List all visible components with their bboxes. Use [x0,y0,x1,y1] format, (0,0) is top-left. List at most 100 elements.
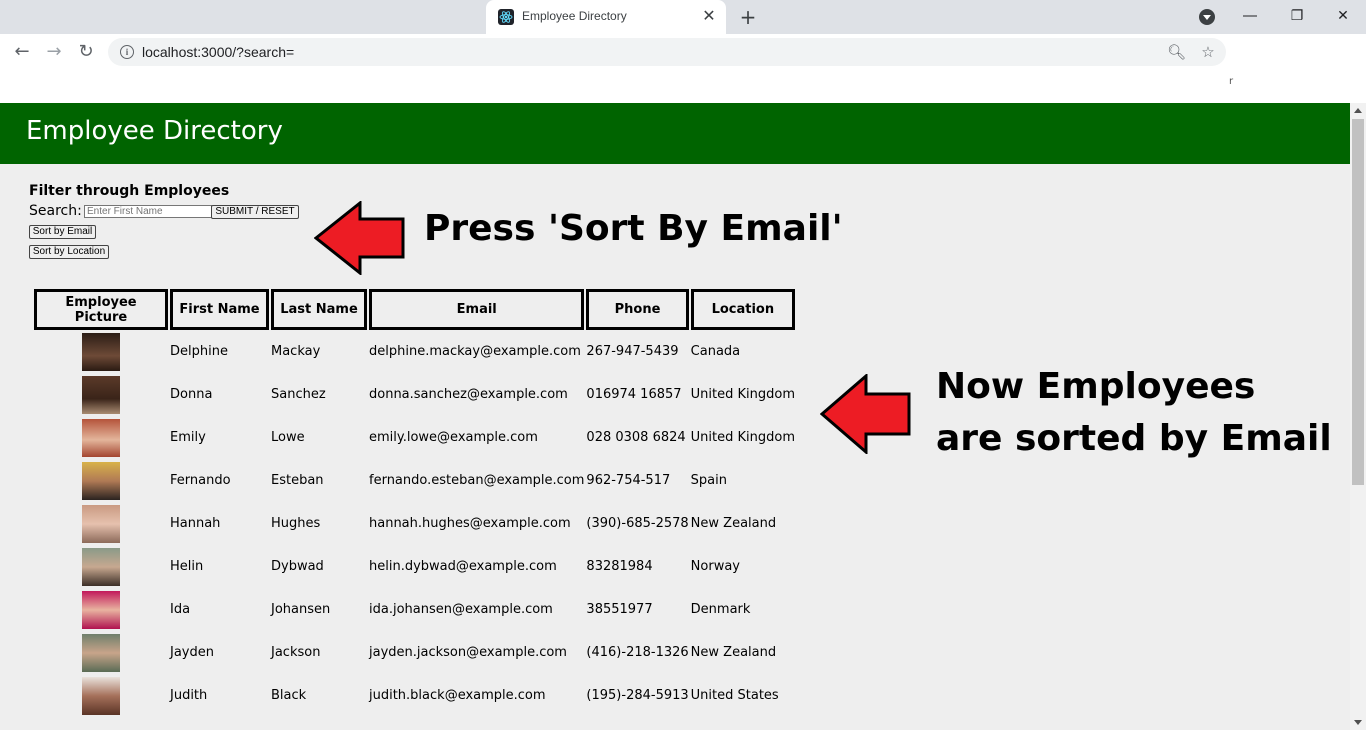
employee-avatar [82,375,120,414]
picture-cell [34,674,168,717]
header-location: Location [690,289,796,330]
tab-close-icon[interactable]: ✕ [700,7,718,25]
picture-cell [34,416,168,459]
last-name-cell: Mackay [271,344,321,359]
react-favicon-icon [498,9,514,25]
email-cell: fernando.esteban@example.com [369,473,585,488]
header-phone: Phone [586,289,689,330]
location-cell: Spain [690,473,727,488]
picture-cell [34,502,168,545]
browser-tab-strip: Employee Directory ✕ + ― ❐ ✕ [0,0,1366,34]
location-cell: United Kingdom [690,430,796,445]
picture-cell [34,330,168,373]
sort-by-location-button[interactable]: Sort by Location [29,245,109,259]
phone-cell: 962-754-517 [586,473,671,488]
restore-icon[interactable]: ❐ [1285,6,1309,26]
reload-icon[interactable]: ↻ [75,41,97,63]
employee-avatar [82,633,120,672]
first-name-cell: Hannah [170,516,221,531]
phone-cell: 83281984 [586,559,653,574]
last-name-cell: Sanchez [271,387,326,402]
phone-cell: 38551977 [586,602,653,617]
phone-cell: (416)-218-1326 [586,645,689,660]
email-cell: donna.sanchez@example.com [369,387,568,402]
close-window-icon[interactable]: ✕ [1331,6,1355,26]
annotation-sorted-line1: Now Employees [936,366,1256,407]
app-title: Employee Directory [26,116,283,146]
sort-by-email-button[interactable]: Sort by Email [29,225,96,239]
phone-cell: (195)-284-5913 [586,688,689,703]
minimize-icon[interactable]: ― [1238,6,1262,26]
first-name-cell: Emily [170,430,206,445]
search-label: Search: [29,203,82,219]
table-row: Fernando Esteban fernando.esteban@exampl… [34,459,795,502]
table-header-row: Employee Picture First Name Last Name Em… [34,289,796,330]
first-name-cell: Delphine [170,344,228,359]
picture-cell [34,459,168,502]
employee-avatar [82,590,120,629]
location-cell: Canada [690,344,741,359]
back-arrow-icon[interactable]: ← [11,41,33,63]
employee-avatar [82,547,120,586]
table-row: Ida Johansen ida.johansen@example.com 38… [34,588,795,631]
address-bar[interactable]: i localhost:3000/?search= 🔍︎ ☆ [108,38,1226,66]
page-viewport: Employee Directory Filter through Employ… [0,103,1350,730]
search-input[interactable] [84,205,212,218]
first-name-cell: Helin [170,559,204,574]
email-cell: delphine.mackay@example.com [369,344,581,359]
page-scrollbar[interactable] [1350,103,1366,730]
last-name-cell: Black [271,688,307,703]
forward-arrow-icon[interactable]: → [43,41,65,63]
table-row: Judith Black judith.black@example.com (1… [34,674,795,717]
stray-text: r [1229,76,1234,87]
bookmark-star-icon[interactable]: ☆ [1199,43,1217,61]
employee-avatar [82,504,120,543]
left-arrow-annotation-icon [820,374,911,454]
app-header: Employee Directory [0,103,1350,164]
phone-cell: (390)-685-2578 [586,516,689,531]
browser-tab[interactable]: Employee Directory ✕ [486,0,726,34]
last-name-cell: Esteban [271,473,324,488]
scroll-up-icon[interactable] [1354,108,1362,113]
header-last-name: Last Name [271,289,367,330]
email-cell: emily.lowe@example.com [369,430,538,445]
picture-cell [34,631,168,674]
header-employee-picture: Employee Picture [34,289,168,330]
url-text: localhost:3000/?search= [142,44,295,60]
last-name-cell: Lowe [271,430,305,445]
picture-cell [34,545,168,588]
bookmarks-bar: r [0,70,1366,103]
employee-table: Employee Picture First Name Last Name Em… [32,289,797,717]
location-cell: United States [690,688,779,703]
table-row: Jayden Jackson jayden.jackson@example.co… [34,631,795,674]
zoom-icon[interactable]: 🔍︎ [1167,43,1186,61]
annotation-sorted-line2: are sorted by Email [936,418,1332,459]
email-cell: hannah.hughes@example.com [369,516,571,531]
table-row: Emily Lowe emily.lowe@example.com 028 03… [34,416,795,459]
table-row: Helin Dybwad helin.dybwad@example.com 83… [34,545,795,588]
new-tab-icon[interactable]: + [738,6,758,28]
location-cell: United Kingdom [690,387,796,402]
email-cell: judith.black@example.com [369,688,546,703]
first-name-cell: Fernando [170,473,231,488]
email-cell: ida.johansen@example.com [369,602,553,617]
scroll-down-icon[interactable] [1354,720,1362,725]
tab-title: Employee Directory [522,9,627,23]
first-name-cell: Jayden [170,645,214,660]
filter-heading: Filter through Employees [29,183,230,199]
location-cell: Denmark [690,602,751,617]
last-name-cell: Jackson [271,645,321,660]
picture-cell [34,588,168,631]
browser-toolbar: ← → ↻ i localhost:3000/?search= 🔍︎ ☆ [0,34,1366,70]
scrollbar-thumb[interactable] [1352,119,1364,485]
phone-cell: 028 0308 6824 [586,430,686,445]
submit-reset-button[interactable]: SUBMIT / RESET [211,205,299,219]
location-cell: New Zealand [690,516,777,531]
employee-avatar [82,676,120,715]
phone-cell: 016974 16857 [586,387,682,402]
table-row: Delphine Mackay delphine.mackay@example.… [34,330,795,373]
last-name-cell: Hughes [271,516,321,531]
site-info-icon[interactable]: i [120,45,134,59]
tab-search-icon[interactable] [1199,9,1215,25]
employee-avatar [82,461,120,500]
